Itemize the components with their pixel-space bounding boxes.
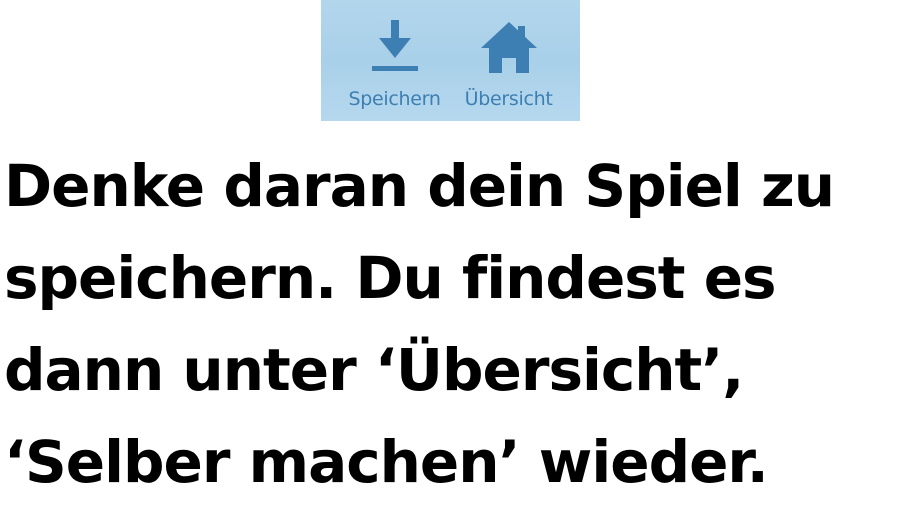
save-button[interactable]: Speichern — [349, 18, 441, 110]
save-label: Speichern — [348, 88, 441, 110]
overview-label: Übersicht — [464, 88, 553, 110]
toolbar: Speichern Übersicht — [321, 0, 580, 121]
home-icon — [480, 22, 537, 73]
save-reminder-message: Denke daran dein Spiel zu speichern. Du … — [4, 152, 835, 496]
overview-button[interactable]: Übersicht — [465, 18, 553, 110]
download-icon — [371, 20, 418, 71]
